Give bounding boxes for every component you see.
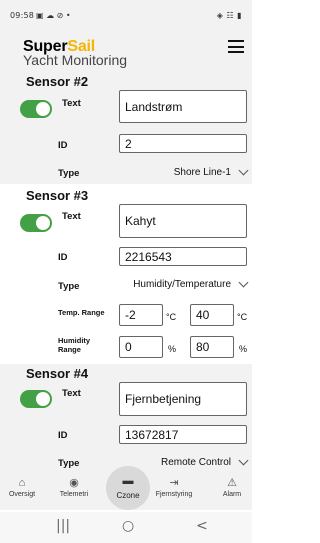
id-label: ID (58, 252, 68, 263)
humidity-range-label-1: Humidity (58, 336, 91, 345)
sensor-2-text-input[interactable]: Landstrøm (119, 90, 247, 123)
chevron-down-icon (238, 455, 249, 465)
sensor-3-enable-toggle[interactable] (20, 214, 52, 232)
text-label: Text (62, 388, 81, 399)
id-label: ID (58, 140, 68, 151)
type-label: Type (58, 458, 80, 469)
temp-min-input[interactable]: -2 (119, 304, 163, 326)
sensor-2-type-select[interactable]: Shore Line-1 (119, 164, 249, 180)
sensor-title: Sensor #2 (26, 74, 89, 89)
nav-czone[interactable]: ▬ Czone (106, 466, 150, 510)
sensor-4-section: Sensor #4 Text Fjernbetjening ID 1367281… (0, 364, 252, 470)
remote-icon: ⇥ (169, 477, 179, 489)
sensor-2-enable-toggle[interactable] (20, 100, 52, 118)
type-value: Humidity/Temperature (133, 278, 231, 290)
sensor-2-id-input[interactable]: 2 (119, 134, 247, 153)
type-label: Type (58, 281, 80, 292)
sensor-2-section: Sensor #2 Text Landstrøm ID 2 Type Shore… (0, 72, 252, 184)
status-time: 09:58 (10, 11, 35, 20)
brand-subtitle: Yacht Monitoring (23, 52, 128, 68)
system-icons: ◈ ☷ ▮ (216, 11, 242, 20)
humidity-unit: % (239, 344, 248, 354)
temp-max-input[interactable]: 40 (190, 304, 234, 326)
switch-icon: ▬ (122, 475, 134, 487)
nav-label: Telemetri (59, 491, 89, 498)
sensor-3-type-select[interactable]: Humidity/Temperature (119, 276, 249, 292)
sensor-3-text-input[interactable]: Kahyt (119, 204, 247, 238)
recents-icon[interactable]: ||| (56, 518, 70, 534)
nav-label: Alarm (222, 491, 242, 498)
sensor-4-enable-toggle[interactable] (20, 390, 52, 408)
nav-label: Oversigt (8, 491, 36, 498)
chevron-down-icon (238, 277, 249, 287)
id-label: ID (58, 430, 68, 441)
app-header: SuperSail Yacht Monitoring (0, 28, 252, 72)
back-icon[interactable]: < (196, 518, 208, 534)
sensor-3-section: Sensor #3 Text Kahyt ID 2216543 Type Hum… (0, 184, 252, 364)
android-navigation-bar: ||| ○ < (0, 512, 252, 543)
text-label: Text (62, 98, 81, 109)
chevron-down-icon (238, 165, 249, 175)
nav-label: Czone (116, 491, 140, 500)
nav-label: Fjernstyring (155, 491, 193, 498)
type-value: Remote Control (160, 456, 231, 468)
nav-oversigt[interactable]: ⌂ Oversigt (2, 476, 42, 498)
notification-icons: ▣ ☁ ⊘ • (36, 11, 71, 20)
humidity-range-label-2: Range (58, 345, 81, 354)
status-bar: 09:58 ▣ ☁ ⊘ • ◈ ☷ ▮ (0, 0, 252, 28)
humidity-unit: % (168, 344, 177, 354)
nav-fjernstyring[interactable]: ⇥ Fjernstyring (154, 476, 194, 498)
nav-alarm[interactable]: ⚠ Alarm (212, 476, 252, 498)
alarm-icon: ⚠ (227, 477, 237, 489)
sensor-4-text-input[interactable]: Fjernbetjening (119, 382, 247, 416)
hamburger-menu-icon[interactable] (228, 40, 244, 53)
sensor-3-id-input[interactable]: 2216543 (119, 247, 247, 266)
sensor-4-id-input[interactable]: 13672817 (119, 425, 247, 444)
temp-range-label: Temp. Range (58, 308, 105, 317)
text-label: Text (62, 211, 81, 222)
humidity-max-input[interactable]: 80 (190, 336, 234, 358)
sensor-title: Sensor #3 (26, 188, 89, 203)
type-label: Type (58, 168, 80, 179)
temp-unit: °C (237, 312, 248, 322)
humidity-min-input[interactable]: 0 (119, 336, 163, 358)
home-icon: ⌂ (18, 477, 26, 489)
home-button-icon[interactable]: ○ (122, 518, 134, 534)
eye-icon: ◉ (69, 477, 79, 489)
temp-unit: °C (166, 312, 177, 322)
type-value: Shore Line-1 (173, 166, 231, 178)
sensor-title: Sensor #4 (26, 366, 89, 381)
nav-telemetri[interactable]: ◉ Telemetri (54, 476, 94, 498)
